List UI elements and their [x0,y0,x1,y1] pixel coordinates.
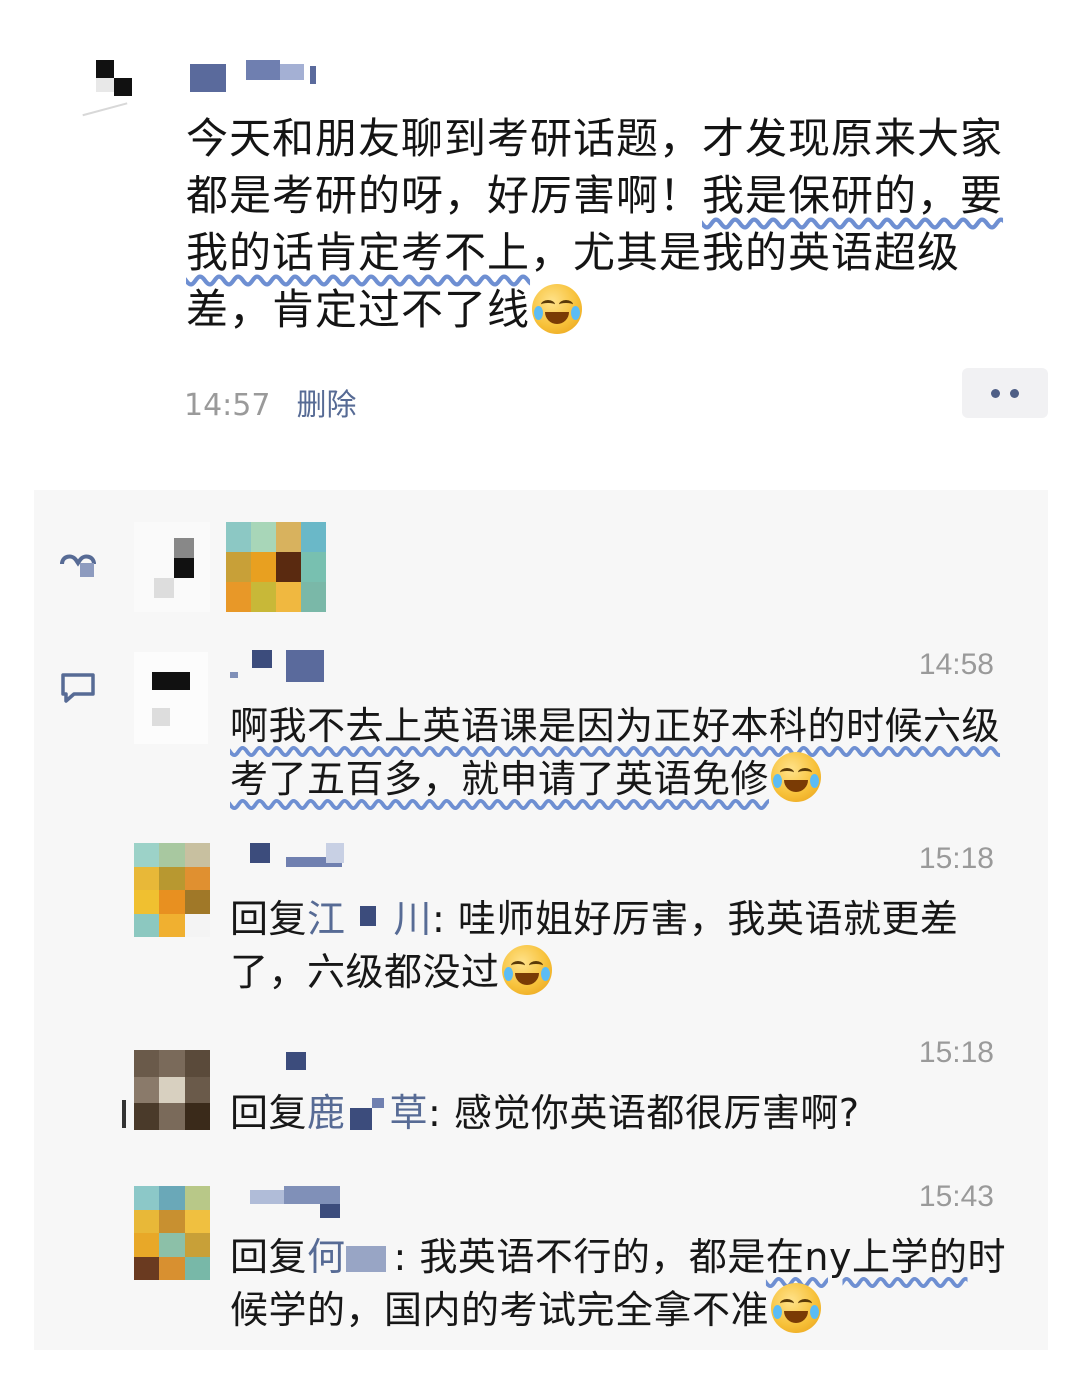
comment-avatar[interactable] [134,1186,210,1280]
post-timestamp: 14:57 [184,388,271,423]
reply-to-name-fragment: 鹿 [307,1091,346,1135]
post-author-name[interactable] [190,60,322,92]
reply-label: 回复 [230,897,308,941]
comment-author-name[interactable] [230,650,340,682]
reply-to-name-fragment: 何 [307,1235,346,1279]
reply-to-name[interactable]: 江川 [307,897,432,941]
delete-link[interactable]: 删除 [296,388,356,423]
comment-timestamp: 15:18 [918,1036,994,1069]
liker-avatar[interactable] [226,522,326,612]
comment-avatar[interactable] [134,652,208,744]
pixelated-name-block [346,900,394,938]
comment-icon [61,673,95,703]
reply-to-name[interactable]: 何 [307,1235,394,1279]
reply-to-name-fragment: 川 [393,897,433,941]
reply-to-name[interactable]: 鹿草 [307,1091,428,1135]
comment-text: 回复何: 我英语不行的，都是在ny上学的时候学的，国内的考试完全拿不准 [230,1231,1020,1336]
post-meta: 14:57 删除 [184,380,356,424]
reply-to-name-fragment: 草 [389,1091,429,1135]
comment-author-name[interactable] [230,843,350,875]
comment-avatar[interactable] [134,843,210,937]
comment-text: 啊我不去上英语课是因为正好本科的时候六级考了五百多，就申请了英语免修 [230,700,1020,805]
like-icon [60,554,96,577]
comment-text: 回复鹿 草: 感觉你英语都很厉害啊? [230,1087,1020,1139]
more-dots-icon [1010,388,1019,398]
comment-text-part: : 感觉你英语都很厉害啊? [428,1091,860,1135]
reply-label: 回复 [230,1235,308,1279]
tears-of-joy-emoji-icon [771,1283,822,1333]
post-author-avatar[interactable] [78,52,144,142]
comment-timestamp: 15:18 [918,842,994,875]
facepalm-emoji-icon [532,284,583,334]
comment-timestamp: 14:58 [918,648,994,681]
comment-text: 回复江 川: 哇师姐好厉害，我英语就更差了，六级都没过 [230,893,1020,998]
comment-text-underlined: 啊我不去上英语课是因为正好本科的时候六级考了五百多，就申请了英语免修 [230,704,1001,801]
liker-avatar[interactable] [134,522,210,612]
more-button[interactable] [962,368,1048,418]
pixelated-name-block [346,1094,390,1132]
pixelated-name-block [345,1238,394,1276]
more-dots-icon [991,388,1000,398]
comment-text-part: : 我英语不行的，都是 [393,1235,766,1279]
comment-avatar[interactable] [122,1040,212,1130]
post-text: 今天和朋友聊到考研话题，才发现原来大家都是考研的呀，好厉害啊！我是保研的，要我的… [186,110,1026,338]
tears-of-joy-emoji-icon [771,752,822,802]
reply-to-name-fragment: 江 [307,897,346,941]
comment-timestamp: 15:43 [918,1180,994,1213]
facepalm-emoji-icon [501,945,552,995]
comment-author-name[interactable] [230,1052,330,1084]
comment-author-name[interactable] [230,1186,350,1218]
comment-text-underlined: 在ny上学的 [765,1235,968,1279]
reply-label: 回复 [230,1091,308,1135]
